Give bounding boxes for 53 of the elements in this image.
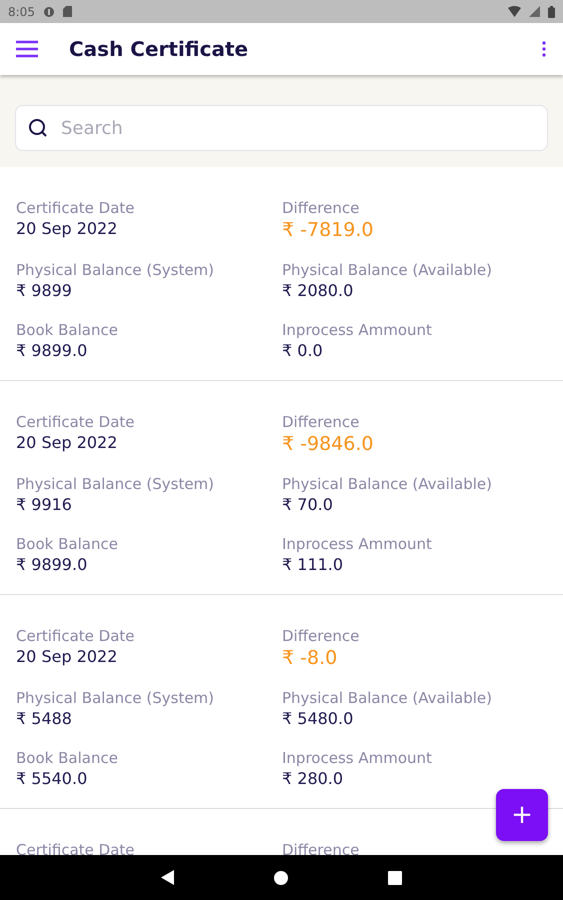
field-label: Physical Balance (System) <box>16 474 216 494</box>
field-label: Physical Balance (System) <box>16 688 216 708</box>
search-icon <box>28 118 48 138</box>
field-label: Physical Balance (Available) <box>282 474 493 494</box>
difference-value: ₹ -7819.0 <box>282 218 374 242</box>
menu-icon[interactable] <box>15 40 39 58</box>
back-icon[interactable] <box>161 870 174 885</box>
field-value: ₹ 9899.0 <box>16 340 88 362</box>
field-value: ₹ 70.0 <box>282 494 334 516</box>
field-value: ₹ 5480.0 <box>282 708 354 730</box>
battery-icon <box>548 6 555 18</box>
more-options-icon[interactable] <box>542 41 546 57</box>
field-value: 20 Sep 2022 <box>16 218 118 240</box>
field-label: Physical Balance (Available) <box>282 688 493 708</box>
field-label: Inprocess Ammount <box>282 534 433 554</box>
field-value: ₹ 111.0 <box>282 554 344 576</box>
field-value: ₹ 280.0 <box>282 768 344 790</box>
add-button[interactable]: + <box>496 789 548 841</box>
field-value: ₹ 0.0 <box>282 340 324 362</box>
field-label: Book Balance <box>16 748 119 768</box>
difference-value: ₹ -8.0 <box>282 646 338 670</box>
field-value: ₹ 9916 <box>16 494 73 516</box>
field-label: Certificate Date <box>16 412 136 432</box>
sd-card-icon <box>62 6 72 17</box>
field-label: Book Balance <box>16 534 119 554</box>
field-label: Certificate Date <box>16 198 136 218</box>
field-value: ₹ 5488 <box>16 708 73 730</box>
home-icon[interactable] <box>274 870 288 884</box>
status-time: 8:05 <box>8 4 35 18</box>
field-label: Difference <box>282 198 360 218</box>
field-label: Certificate Date <box>16 840 136 855</box>
field-value: ₹ 2080.0 <box>282 280 354 302</box>
field-label: Certificate Date <box>16 626 136 646</box>
field-label: Difference <box>282 626 360 646</box>
field-label: Book Balance <box>16 320 119 340</box>
signal-icon <box>529 6 540 17</box>
field-label: Inprocess Ammount <box>282 320 433 340</box>
field-label: Inprocess Ammount <box>282 748 433 768</box>
field-value: 20 Sep 2022 <box>16 432 118 454</box>
search-field[interactable]: Search <box>15 105 548 151</box>
difference-value: ₹ -9846.0 <box>282 432 374 456</box>
field-label: Physical Balance (System) <box>16 260 216 280</box>
field-label: Difference <box>282 840 360 855</box>
field-value: ₹ 9899.0 <box>16 554 88 576</box>
screen-title: Cash Certificate <box>69 37 250 61</box>
wifi-icon <box>508 6 521 17</box>
field-label: Physical Balance (Available) <box>282 260 493 280</box>
field-value: ₹ 9899 <box>16 280 73 302</box>
circle-icon <box>42 6 55 18</box>
field-label: Difference <box>282 412 360 432</box>
recents-icon[interactable] <box>388 870 402 884</box>
field-value: ₹ 5540.0 <box>16 768 88 790</box>
field-value: 20 Sep 2022 <box>16 646 118 668</box>
